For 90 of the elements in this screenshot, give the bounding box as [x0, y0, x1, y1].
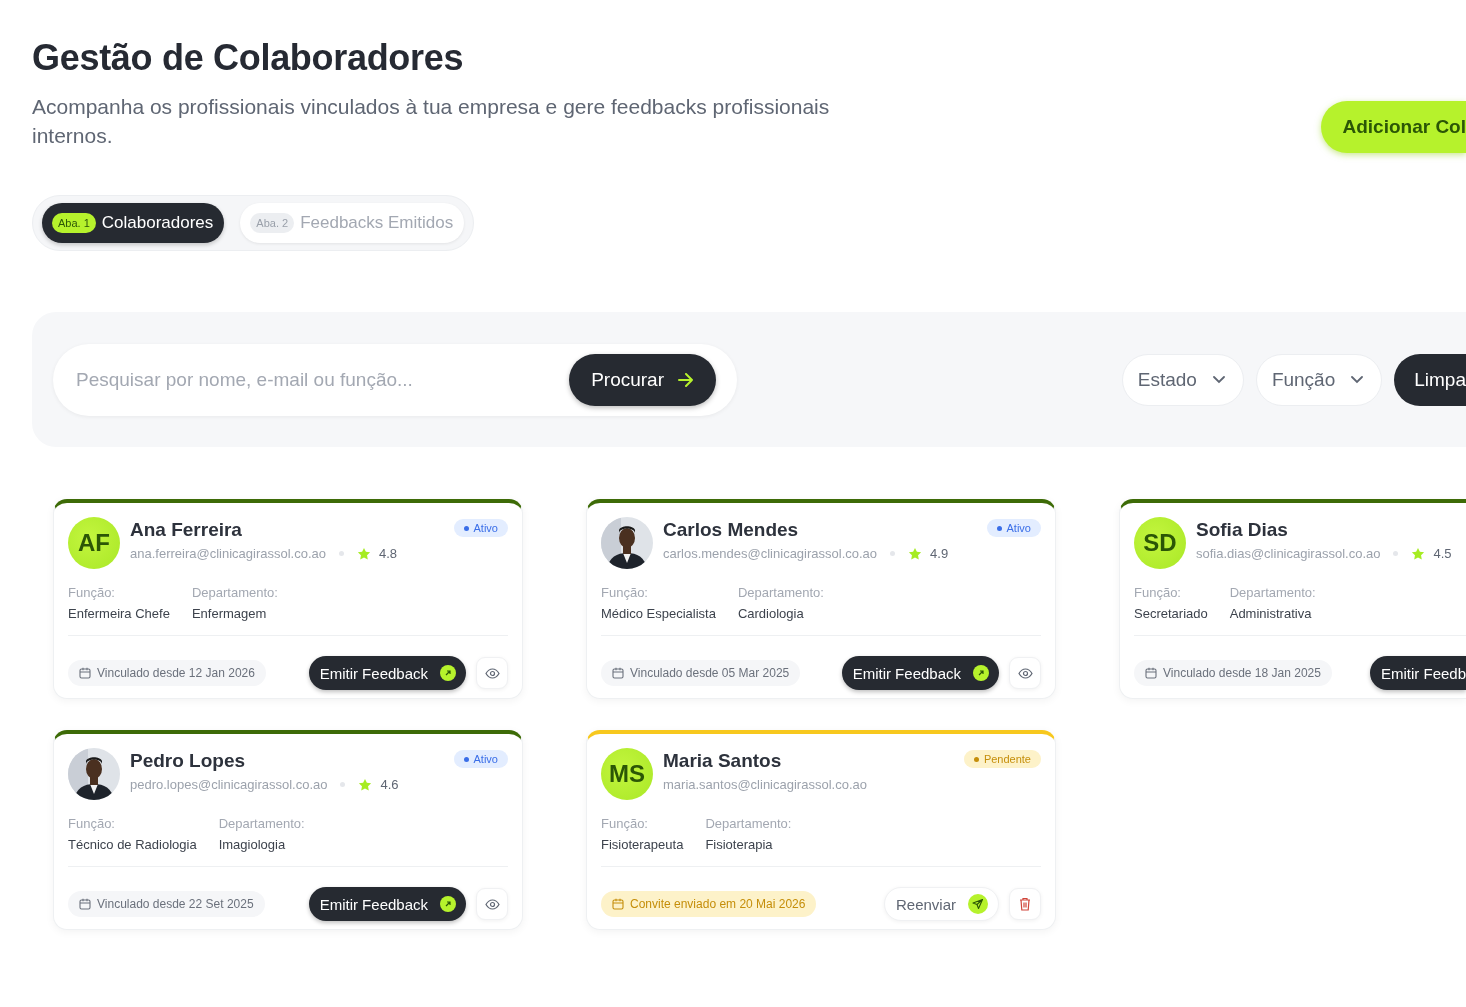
field-value: Fisioterapia: [705, 837, 774, 852]
field-label: Função:: [1134, 585, 1182, 600]
star-icon: [358, 777, 373, 792]
star-icon: [908, 546, 923, 561]
emit-feedback-button[interactable]: Emitir Feedback: [841, 656, 999, 690]
eye-icon: [484, 667, 500, 679]
date-text: Vinculado desde 18 Jan 2025: [1163, 666, 1321, 680]
add-collaborator-button[interactable]: Adicionar Col: [1321, 101, 1466, 153]
field-label: Função:: [68, 816, 116, 831]
collaborator-name: Pedro Lopes: [130, 750, 247, 772]
chevron-down-icon: [1351, 376, 1364, 384]
page-title: Gestão de Colaboradores: [32, 36, 465, 80]
arrow-up-right-icon: [440, 665, 456, 681]
star-icon: [357, 546, 371, 561]
field-value: Secretariado: [1134, 606, 1208, 621]
resend-button[interactable]: Reenviar: [883, 887, 999, 921]
eye-icon: [1017, 667, 1033, 679]
send-icon: [968, 894, 988, 914]
collaborator-name: Sofia Dias: [1196, 519, 1289, 541]
search-button[interactable]: Procurar: [569, 354, 716, 406]
tab[interactable]: Aba. 1 Colaboradores: [42, 203, 225, 243]
field-label: Departamento:: [191, 585, 278, 600]
collaborator-email: pedro.lopes@clinicagirassol.co.ao: [130, 777, 328, 792]
status-badge: Pendente: [963, 750, 1041, 768]
rating: 4.8: [379, 546, 398, 561]
calendar-icon: [1145, 667, 1157, 679]
field-value: Fisioterapeuta: [601, 837, 684, 852]
field-label: Departamento:: [737, 585, 824, 600]
arrow-right-icon: [678, 373, 694, 387]
field-value: Enfermeira Chefe: [68, 606, 170, 621]
collaborator-email: ana.ferreira@clinicagirassol.co.ao: [130, 546, 326, 561]
collaborator-email: maria.santos@clinicagirassol.co.ao: [663, 777, 867, 792]
collaborator-email: carlos.mendes@clinicagirassol.co.ao: [663, 546, 878, 561]
status-badge: Ativo: [453, 519, 508, 537]
trash-icon: [1019, 897, 1031, 911]
avatar: MS: [601, 748, 653, 800]
calendar-icon: [612, 667, 624, 679]
avatar: AF: [68, 517, 120, 569]
tab-badge: Aba. 1: [52, 213, 96, 233]
delete-button[interactable]: [1009, 888, 1041, 920]
arrow-up-right-icon: [973, 665, 989, 681]
collaborator-name: Carlos Mendes: [663, 519, 800, 541]
view-button[interactable]: [476, 657, 508, 689]
field-label: Departamento:: [705, 816, 792, 831]
emit-feedback-button[interactable]: Emitir Feedback: [308, 656, 466, 690]
calendar-icon: [79, 898, 91, 910]
field-value: Enfermagem: [191, 606, 268, 621]
emit-feedback-button[interactable]: Emitir Feedb: [1369, 656, 1466, 690]
star-icon: [1411, 546, 1426, 561]
dot-separator-icon: [1393, 551, 1399, 556]
tab-badge: Aba. 2: [250, 213, 295, 233]
collaborator-email: sofia.dias@clinicagirassol.co.ao: [1196, 546, 1381, 561]
collaborator-name: Ana Ferreira: [130, 519, 243, 541]
field-label: Departamento:: [1229, 585, 1316, 600]
collaborator-name: Maria Santos: [663, 750, 783, 772]
rating: 4.9: [930, 546, 949, 561]
status-badge: Ativo: [453, 750, 508, 768]
field-label: Função:: [601, 816, 649, 831]
rating: 4.6: [380, 777, 399, 792]
page-subtitle: Acompanha os profissionais vinculados à tua empresa e gere feedbacks profissionais internos.: [32, 94, 831, 149]
eye-icon: [484, 898, 500, 910]
field-label: Função:: [601, 585, 649, 600]
arrow-up-right-icon: [440, 896, 456, 912]
date-text: Vinculado desde 05 Mar 2025: [630, 666, 790, 680]
dot-separator-icon: [890, 551, 896, 556]
filter-dropdown[interactable]: Função: [1255, 354, 1383, 406]
field-label: Função:: [68, 585, 116, 600]
field-value: Técnico de Radiologia: [68, 837, 197, 852]
view-button[interactable]: [476, 888, 508, 920]
rating: 4.5: [1433, 546, 1452, 561]
clear-filters-button[interactable]: Limpa: [1394, 354, 1466, 406]
filter-dropdown[interactable]: Estado: [1121, 354, 1244, 406]
chevron-down-icon: [1212, 376, 1225, 384]
status-badge: Ativo: [986, 519, 1041, 537]
field-value: Imagiologia: [218, 837, 287, 852]
dot-separator-icon: [340, 782, 346, 787]
avatar: SD: [1134, 517, 1186, 569]
field-value: Médico Especialista: [601, 606, 716, 621]
calendar-icon: [612, 898, 624, 910]
view-button[interactable]: [1009, 657, 1041, 689]
dot-separator-icon: [339, 551, 344, 556]
field-value: Cardiologia: [737, 606, 805, 621]
date-text: Vinculado desde 12 Jan 2026: [97, 666, 255, 680]
date-text: Convite enviado em 20 Mai 2026: [630, 897, 806, 911]
search-field[interactable]: Pesquisar por nome, e-mail ou função... Procurar: [53, 344, 737, 416]
emit-feedback-button[interactable]: Emitir Feedback: [308, 887, 466, 921]
field-label: Departamento:: [218, 816, 305, 831]
calendar-icon: [79, 667, 91, 679]
field-value: Administrativa: [1229, 606, 1313, 621]
date-text: Vinculado desde 22 Set 2025: [97, 897, 254, 911]
